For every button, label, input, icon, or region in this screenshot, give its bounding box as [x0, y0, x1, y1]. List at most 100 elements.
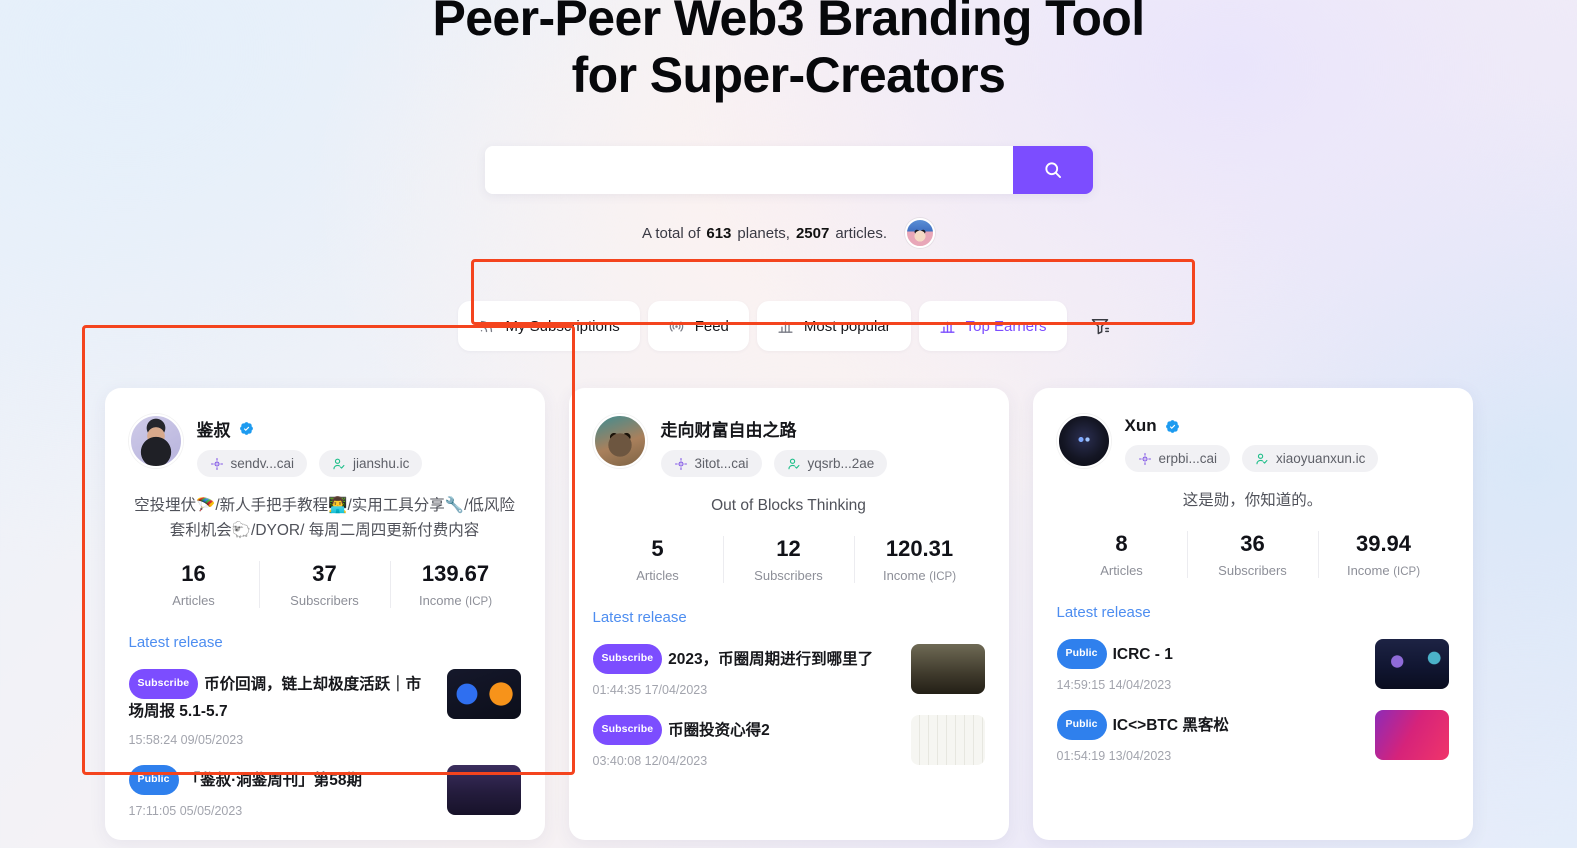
metric-value: 12	[776, 536, 801, 561]
address-chips: sendv...cai jianshu.ic	[196, 450, 521, 477]
tab-label: Top Earners	[965, 317, 1047, 335]
tab-label: My Subscriptions	[505, 317, 620, 335]
article-item[interactable]: Subscribe 币价回调，链上却极度活跃｜市场周报 5.1-5.7 15:58:…	[128, 669, 521, 747]
planet-card[interactable]: Xun erpbi...cai xiaoyuanxun.ic 这是勋，你知道的。 8 Ar…	[1032, 388, 1473, 840]
search-box	[484, 146, 1093, 194]
article-item[interactable]: Public 「鉴叔·洞鉴周刊」第58期 17:11:05 05/05/2023	[128, 765, 521, 818]
metric-label: Articles	[172, 593, 215, 608]
article-main: Subscribe 2023，币圈周期进行到哪里了 01:44:35 17/04/2…	[592, 644, 897, 697]
card-header-right: 鉴叔 sendv...cai jianshu.ic	[196, 414, 521, 477]
article-title-row: Public IC<>BTC 黑客松	[1056, 710, 1361, 740]
metric-articles: 8 Articles	[1057, 531, 1188, 578]
user-avatar[interactable]	[905, 218, 935, 248]
planet-name-row: Xun	[1125, 416, 1449, 436]
avatar-xun[interactable]	[1056, 414, 1111, 468]
article-main: Subscribe 币圈投资心得2 03:40:08 12/04/2023	[592, 715, 897, 768]
article-title-row: Subscribe 币价回调，链上却极度活跃｜市场周报 5.1-5.7	[128, 669, 433, 724]
user-check-icon	[332, 457, 346, 471]
planet-card[interactable]: 走向财富自由之路 3itot...cai yqsrb...2ae Out of Blo…	[568, 388, 1009, 840]
planet-name-row: 走向财富自由之路	[661, 416, 985, 441]
search-input[interactable]	[484, 146, 1013, 194]
metric-label: Income (ICP)	[1346, 563, 1421, 578]
article-badge: Subscribe	[592, 715, 663, 745]
article-item[interactable]: Subscribe 2023，币圈周期进行到哪里了 01:44:35 17/04/2…	[592, 644, 985, 697]
tab-label: Most popular	[803, 317, 891, 335]
avatar-wealth[interactable]	[592, 414, 647, 468]
article-main: Public ICRC - 1 14:59:15 14/04/2023	[1056, 639, 1361, 692]
article-title: ICRC - 1	[1112, 646, 1173, 663]
article-item[interactable]: Public ICRC - 1 14:59:15 14/04/2023	[1056, 639, 1449, 692]
latest-release-link[interactable]: Latest release	[129, 634, 521, 651]
article-badge: Public	[1056, 639, 1107, 669]
bar-chart-icon	[939, 318, 956, 335]
metric-subscribers: 37 Subscribers	[260, 561, 391, 608]
metric-articles: 5 Articles	[593, 536, 724, 583]
card-header-right: Xun erpbi...cai xiaoyuanxun.ic	[1124, 414, 1449, 472]
metric-label: Articles	[636, 568, 679, 583]
metric-value: 120.31	[885, 536, 954, 561]
search-button[interactable]	[1012, 146, 1093, 194]
article-title-row: Public ICRC - 1	[1056, 639, 1361, 669]
address-chip[interactable]: sendv...cai	[196, 450, 308, 477]
verified-icon	[1165, 419, 1180, 434]
latest-release-link[interactable]: Latest release	[1057, 604, 1449, 621]
metric-label: Subscribers	[290, 593, 359, 608]
search-section	[0, 146, 1577, 194]
planet-card[interactable]: 鉴叔 sendv...cai jianshu.ic 空投埋伏🪂/新人手把手教程👨‍💻/…	[104, 388, 545, 840]
article-timestamp: 03:40:08 12/04/2023	[592, 754, 708, 768]
tab-feed[interactable]: Feed	[647, 301, 749, 351]
metric-value: 39.94	[1355, 531, 1412, 556]
latest-release-link[interactable]: Latest release	[593, 609, 985, 626]
article-title-row: Public 「鉴叔·洞鉴周刊」第58期	[128, 765, 433, 795]
planet-cards-grid: 鉴叔 sendv...cai jianshu.ic 空投埋伏🪂/新人手把手教程👨‍💻/…	[0, 388, 1577, 848]
chip-label: 3itot...cai	[694, 456, 749, 471]
tab-my-subscriptions[interactable]: My Subscriptions	[458, 301, 640, 351]
metric-value: 139.67	[421, 561, 490, 586]
article-badge: Subscribe	[592, 644, 663, 674]
article-timestamp: 01:44:35 17/04/2023	[592, 683, 708, 697]
target-icon	[674, 457, 688, 471]
tab-bar: My Subscriptions Feed Most popular Top Earn…	[442, 286, 1134, 366]
address-chip[interactable]: xiaoyuanxun.ic	[1242, 445, 1379, 472]
address-chip[interactable]: jianshu.ic	[319, 450, 423, 477]
planet-metrics: 8 Articles 36 Subscribers 39.94 Income (ICP)	[1057, 531, 1449, 582]
tab-top-earners[interactable]: Top Earners	[918, 301, 1067, 351]
article-badge: Subscribe	[128, 669, 199, 699]
address-chip[interactable]: yqsrb...2ae	[773, 450, 888, 477]
metric-label: Income (ICP)	[418, 593, 493, 608]
user-check-icon	[1255, 452, 1269, 466]
metric-value: 36	[1240, 531, 1265, 556]
metric-subscribers: 12 Subscribers	[724, 536, 855, 583]
search-icon	[1043, 160, 1063, 180]
article-item[interactable]: Subscribe 币圈投资心得2 03:40:08 12/04/2023	[592, 715, 985, 768]
chip-label: erpbi...cai	[1158, 451, 1218, 466]
article-main: Public 「鉴叔·洞鉴周刊」第58期 17:11:05 05/05/2023	[128, 765, 433, 818]
article-thumbnail	[446, 669, 521, 719]
metric-value: 16	[181, 561, 206, 586]
metric-label: Income (ICP)	[882, 568, 957, 583]
page-title-line1: Peer-Peer Web3 Branding Tool	[432, 0, 1145, 46]
tab-most-popular[interactable]: Most popular	[756, 301, 911, 351]
planet-metrics: 5 Articles 12 Subscribers 120.31 Income (ICP)	[593, 536, 985, 587]
planet-description: 这是勋，你知道的。	[1182, 492, 1323, 509]
user-check-icon	[787, 457, 801, 471]
articles-count: 2507	[795, 224, 830, 242]
card-header: Xun erpbi...cai xiaoyuanxun.ic	[1056, 414, 1449, 472]
stats-summary: A total of 613 planets, 2507 articles.	[0, 218, 1577, 248]
stats-prefix: A total of	[641, 224, 701, 242]
tab-label: Feed	[694, 317, 729, 335]
article-badge: Public	[1056, 710, 1107, 740]
address-chip[interactable]: erpbi...cai	[1124, 445, 1231, 472]
funnel-filter-icon[interactable]	[1081, 307, 1119, 345]
planet-name-row: 鉴叔	[197, 416, 521, 441]
metric-value: 37	[312, 561, 337, 586]
page-title: Peer-Peer Web3 Branding Tool for Super-C…	[0, 0, 1577, 104]
metric-label: Articles	[1100, 563, 1143, 578]
article-item[interactable]: Public IC<>BTC 黑客松 01:54:19 13/04/2023	[1056, 710, 1449, 763]
tabs-section: My Subscriptions Feed Most popular Top Earn…	[0, 286, 1577, 366]
article-main: Public IC<>BTC 黑客松 01:54:19 13/04/2023	[1056, 710, 1361, 763]
address-chips: erpbi...cai xiaoyuanxun.ic	[1124, 445, 1449, 472]
address-chip[interactable]: 3itot...cai	[660, 450, 762, 477]
article-thumbnail	[1374, 710, 1449, 760]
avatar-jianshu[interactable]	[128, 414, 183, 468]
